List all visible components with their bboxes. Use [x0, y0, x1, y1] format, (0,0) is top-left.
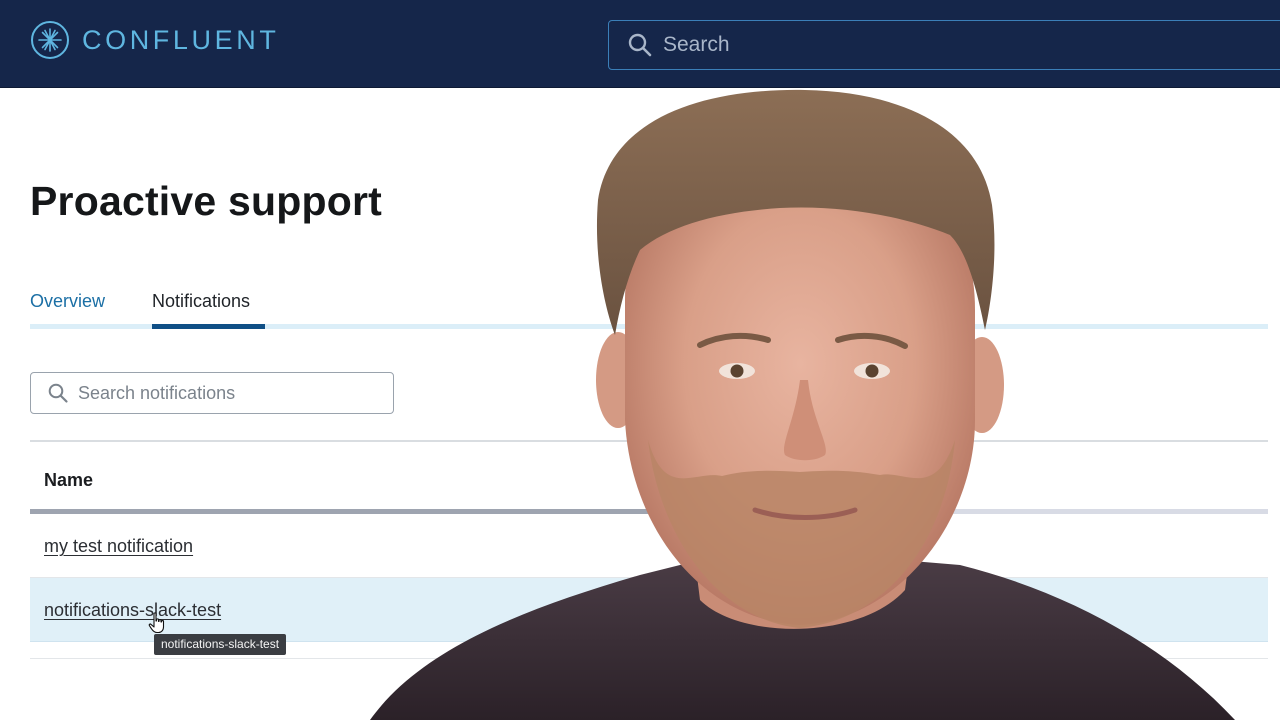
presenter-eye-right: [854, 363, 890, 379]
hand-pointer-icon: [148, 612, 165, 634]
notification-link[interactable]: my test notification: [44, 536, 193, 557]
brand-name: CONFLUENT: [82, 24, 280, 55]
column-header-name[interactable]: Name: [44, 470, 93, 491]
page: CONFLUENT Search Proactive support Overv…: [0, 0, 1280, 720]
tooltip: notifications-slack-test: [154, 634, 287, 655]
presenter-ear-left: [596, 332, 640, 428]
table-row[interactable]: notifications-slack-test: [30, 578, 1268, 642]
search-notifications-placeholder: Search notifications: [78, 382, 236, 403]
confluent-logo-icon: [31, 21, 69, 59]
tab-overview[interactable]: Overview: [30, 291, 105, 312]
notification-link[interactable]: notifications-slack-test: [44, 600, 221, 621]
search-notifications-input[interactable]: Search notifications: [30, 372, 394, 414]
presenter-eye-left: [719, 363, 755, 379]
table-top-divider: [30, 440, 1268, 442]
table-bottom-divider: [30, 658, 1268, 659]
presenter-hair: [596, 89, 995, 335]
presenter-ear-right: [960, 337, 1004, 433]
page-title: Proactive support: [30, 178, 382, 224]
brand-logo[interactable]: CONFLUENT: [30, 20, 279, 60]
top-bar: CONFLUENT Search: [0, 0, 1280, 88]
search-icon: [628, 33, 652, 57]
global-search-placeholder: Search: [663, 33, 730, 56]
search-icon: [48, 383, 68, 403]
tab-notifications[interactable]: Notifications: [152, 291, 250, 312]
global-search-input[interactable]: Search: [608, 20, 1280, 70]
table-row[interactable]: my test notification: [30, 514, 1268, 578]
active-tab-indicator: [152, 324, 265, 329]
